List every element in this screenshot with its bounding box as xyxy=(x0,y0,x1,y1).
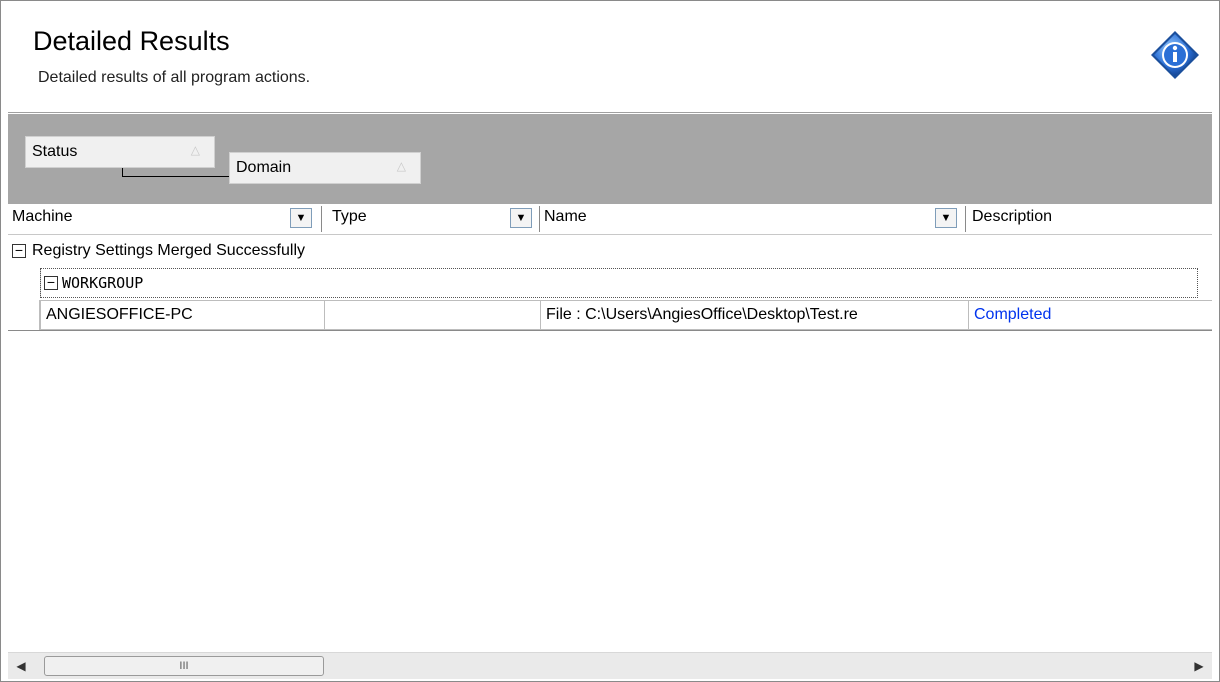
column-header-name[interactable]: Name ▼ xyxy=(540,204,968,235)
group-by-domain-label: Domain xyxy=(236,159,292,176)
indent-cell xyxy=(8,268,41,298)
cell-name: File : C:\Users\AngiesOffice\Desktop\Tes… xyxy=(540,300,968,330)
column-header-label: Type xyxy=(332,208,367,225)
column-divider[interactable] xyxy=(965,206,966,232)
collapse-icon[interactable]: − xyxy=(44,275,58,290)
group-by-domain-chip[interactable]: Domain △ xyxy=(229,152,421,184)
column-header-machine[interactable]: Machine ▼ xyxy=(8,204,328,235)
group-label: Registry Settings Merged Successfully xyxy=(32,242,305,259)
header: Detailed Results Detailed results of all… xyxy=(8,8,1212,113)
subgroup-label: WORKGROUP xyxy=(62,274,144,292)
cell-description[interactable]: Completed xyxy=(968,300,1212,330)
column-header-description[interactable]: Description xyxy=(968,204,1212,235)
subgroup-focus-rect xyxy=(40,268,1198,298)
group-row[interactable]: − Registry Settings Merged Successfully xyxy=(8,236,1212,266)
scroll-thumb[interactable]: III xyxy=(44,656,324,676)
cell-machine: ANGIESOFFICE-PC xyxy=(40,300,324,330)
column-filter-dropdown-icon[interactable]: ▼ xyxy=(290,208,312,228)
group-connector xyxy=(122,168,230,177)
collapse-icon[interactable]: − xyxy=(12,243,26,258)
group-by-status-chip[interactable]: Status △ xyxy=(25,136,215,168)
group-by-status-label: Status xyxy=(32,143,78,160)
column-filter-dropdown-icon[interactable]: ▼ xyxy=(510,208,532,228)
indent-cell xyxy=(8,300,40,330)
row-divider xyxy=(8,330,1212,331)
cell-type xyxy=(324,300,540,330)
column-header-type[interactable]: Type ▼ xyxy=(328,204,540,235)
column-header-label: Name xyxy=(544,208,587,225)
info-icon xyxy=(1151,31,1199,79)
group-by-band: Status △ Domain △ xyxy=(8,114,1212,204)
table-row[interactable]: ANGIESOFFICE-PC File : C:\Users\AngiesOf… xyxy=(8,300,1212,330)
subgroup-row[interactable]: − WORKGROUP xyxy=(8,268,1212,298)
sort-ascending-icon: △ xyxy=(396,159,406,173)
scroll-right-icon[interactable]: ▶ xyxy=(1186,653,1212,679)
horizontal-scrollbar[interactable]: ◀ III ▶ xyxy=(8,652,1212,679)
column-filter-dropdown-icon[interactable]: ▼ xyxy=(935,208,957,228)
page-title: Detailed Results xyxy=(33,26,230,56)
page-subtitle: Detailed results of all program actions. xyxy=(38,69,311,86)
scroll-left-icon[interactable]: ◀ xyxy=(8,653,34,679)
column-divider[interactable] xyxy=(321,206,322,232)
results-grid: Machine ▼ Type ▼ Name ▼ Description − Re… xyxy=(8,204,1212,652)
sort-ascending-icon: △ xyxy=(190,143,200,157)
column-header-label: Description xyxy=(972,208,1053,225)
column-header-label: Machine xyxy=(12,208,73,225)
